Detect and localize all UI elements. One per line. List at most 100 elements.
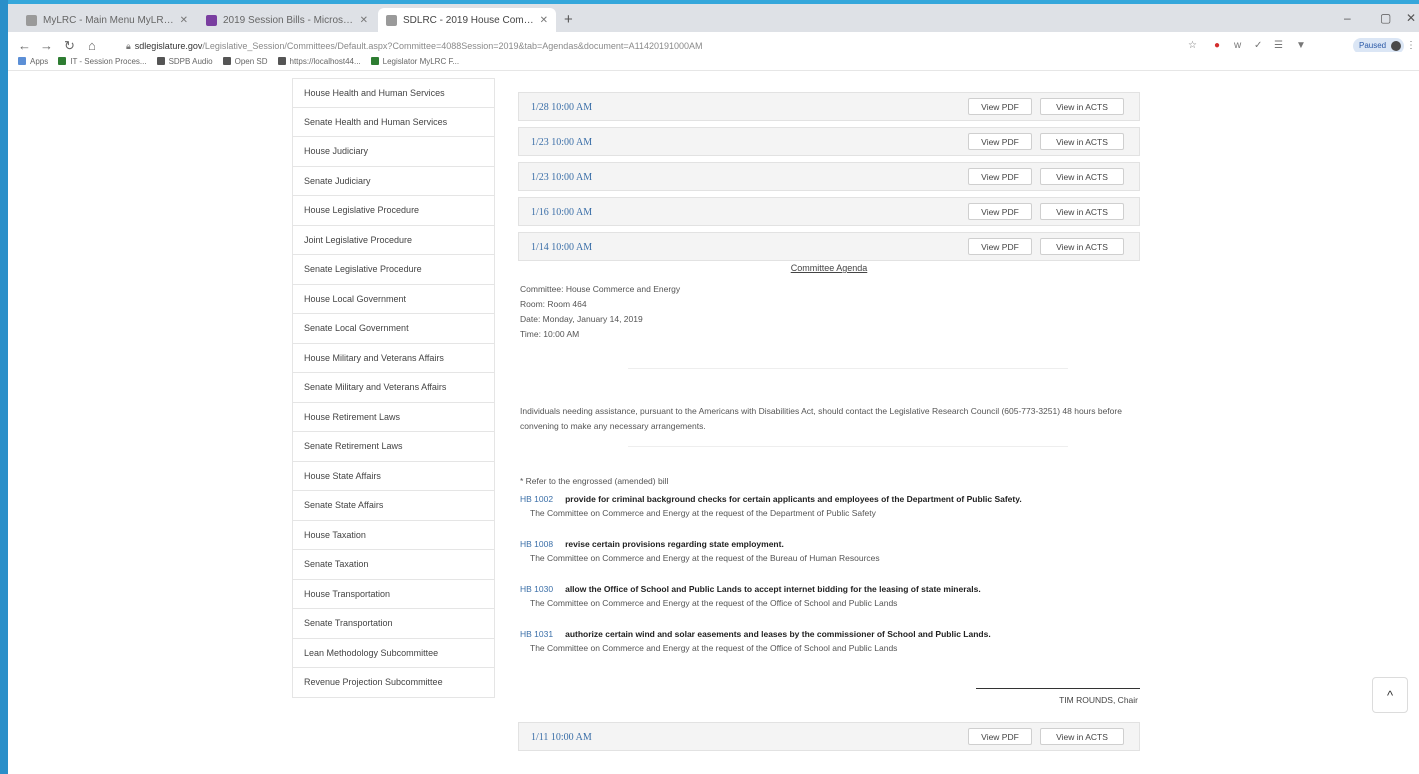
- agenda-date-link[interactable]: 1/28 10:00 AM: [531, 102, 592, 113]
- browser-tab-mylrc[interactable]: MyLRC - Main Menu MyLRC - H ✕: [18, 8, 196, 32]
- agenda-date-link[interactable]: 1/23 10:00 AM: [531, 172, 592, 183]
- divider: [628, 446, 1068, 447]
- extension-icon[interactable]: w: [1234, 40, 1241, 51]
- committee-item[interactable]: House Legislative Procedure: [292, 196, 495, 226]
- bill-description: allow the Office of School and Public La…: [565, 584, 981, 594]
- committee-item[interactable]: House Retirement Laws: [292, 402, 495, 432]
- committee-item[interactable]: Revenue Projection Subcommittee: [292, 668, 495, 698]
- agenda-date-link[interactable]: 1/16 10:00 AM: [531, 207, 592, 218]
- committee-item[interactable]: Senate Health and Human Services: [292, 107, 495, 137]
- bookmark-label: Open SD: [234, 56, 268, 66]
- committee-item[interactable]: House Local Government: [292, 284, 495, 314]
- view-in-acts-button[interactable]: View in ACTS: [1040, 98, 1124, 115]
- menu-icon[interactable]: ⋮: [1406, 40, 1416, 51]
- bookmark-star-icon[interactable]: ☆: [1188, 40, 1197, 51]
- bookmark-label: SDPB Audio: [168, 56, 213, 66]
- close-tab-icon[interactable]: ✕: [180, 15, 188, 26]
- committee-item[interactable]: Joint Legislative Procedure: [292, 225, 495, 255]
- bill-sponsor: The Committee on Commerce and Energy at …: [530, 643, 898, 653]
- committee-item[interactable]: Senate Military and Veterans Affairs: [292, 373, 495, 403]
- agenda-date-link[interactable]: 1/23 10:00 AM: [531, 137, 592, 148]
- bookmark-it-session[interactable]: IT - Session Proces...: [58, 57, 147, 66]
- bill-description: provide for criminal background checks f…: [565, 494, 1022, 504]
- view-pdf-button[interactable]: View PDF: [968, 168, 1032, 185]
- bill-link[interactable]: HB 1031: [520, 629, 553, 639]
- bill-link[interactable]: HB 1008: [520, 539, 553, 549]
- view-pdf-button[interactable]: View PDF: [968, 98, 1032, 115]
- chevron-up-icon: ^: [1386, 687, 1394, 703]
- maximize-button[interactable]: ▢: [1380, 11, 1391, 25]
- committee-item[interactable]: Senate Local Government: [292, 314, 495, 344]
- committee-item[interactable]: House State Affairs: [292, 461, 495, 491]
- view-pdf-button[interactable]: View PDF: [968, 133, 1032, 150]
- back-icon[interactable]: ←: [18, 38, 31, 53]
- tab-label: MyLRC - Main Menu MyLRC - H: [43, 14, 174, 26]
- bookmark-sdpb-audio[interactable]: SDPB Audio: [156, 56, 213, 66]
- committee-item[interactable]: Senate Judiciary: [292, 166, 495, 196]
- view-in-acts-button[interactable]: View in ACTS: [1040, 168, 1124, 185]
- committee-item[interactable]: Senate Retirement Laws: [292, 432, 495, 462]
- bookmark-localhost[interactable]: https://localhost44...: [277, 56, 361, 66]
- agenda-row-expanded[interactable]: 1/14 10:00 AM View PDF View in ACTS: [518, 232, 1140, 261]
- divider: [628, 368, 1068, 369]
- close-tab-icon[interactable]: ✕: [540, 15, 548, 26]
- browser-tab-session-bills[interactable]: 2019 Session Bills - Microsoft D ✕: [198, 8, 376, 32]
- bookmark-legislator-mylrc[interactable]: Legislator MyLRC F...: [370, 56, 460, 66]
- bill-link[interactable]: HB 1030: [520, 584, 553, 594]
- committee-item[interactable]: Senate Transportation: [292, 609, 495, 639]
- folder-icon: [58, 57, 67, 65]
- url-path: /Legislative_Session/Committees/Default.…: [202, 41, 703, 51]
- minimize-button[interactable]: –: [1344, 11, 1351, 25]
- view-pdf-button[interactable]: View PDF: [968, 238, 1032, 255]
- folder-icon: [370, 57, 379, 65]
- new-tab-button[interactable]: +: [564, 11, 573, 28]
- view-in-acts-button[interactable]: View in ACTS: [1040, 238, 1124, 255]
- bill-description: authorize certain wind and solar easemen…: [565, 629, 991, 639]
- committee-item[interactable]: Senate Legislative Procedure: [292, 255, 495, 285]
- view-in-acts-button[interactable]: View in ACTS: [1040, 203, 1124, 220]
- home-icon[interactable]: ⌂: [88, 38, 96, 53]
- close-tab-icon[interactable]: ✕: [360, 15, 368, 26]
- bookmark-label: Legislator MyLRC F...: [382, 56, 460, 66]
- tab-label: 2019 Session Bills - Microsoft D: [223, 14, 354, 26]
- filter-icon[interactable]: ▼: [1296, 40, 1306, 51]
- view-in-acts-button[interactable]: View in ACTS: [1040, 728, 1124, 745]
- forward-icon[interactable]: →: [40, 38, 53, 53]
- agenda-date-link[interactable]: 1/14 10:00 AM: [531, 242, 592, 253]
- desktop-edge: [0, 0, 8, 774]
- view-pdf-button[interactable]: View PDF: [968, 203, 1032, 220]
- accessibility-notice: Individuals needing assistance, pursuant…: [520, 406, 1122, 431]
- committee-item[interactable]: Lean Methodology Subcommittee: [292, 638, 495, 668]
- bookmark-label: https://localhost44...: [289, 56, 361, 66]
- browser-tab-sdlrc[interactable]: SDLRC - 2019 House Commerc ✕: [378, 8, 556, 32]
- bookmark-apps[interactable]: Apps: [18, 57, 48, 66]
- bill-item: HB 1030 allow the Office of School and Pu…: [520, 584, 1140, 608]
- bookmark-open-sd[interactable]: Open SD: [222, 56, 268, 66]
- extension-icon[interactable]: ✓: [1254, 40, 1262, 51]
- extension-icon[interactable]: ☰: [1274, 40, 1283, 51]
- agenda-row[interactable]: 1/23 10:00 AM View PDF View in ACTS: [518, 162, 1140, 191]
- adblock-icon[interactable]: ●: [1214, 40, 1220, 51]
- agenda-row[interactable]: 1/16 10:00 AM View PDF View in ACTS: [518, 197, 1140, 226]
- onenote-icon: [206, 14, 217, 26]
- agenda-row[interactable]: 1/11 10:00 AM View PDF View in ACTS: [518, 722, 1140, 751]
- committee-item[interactable]: House Military and Veterans Affairs: [292, 343, 495, 373]
- committee-item[interactable]: Senate Taxation: [292, 550, 495, 580]
- agenda-date-link[interactable]: 1/11 10:00 AM: [531, 732, 592, 743]
- committee-item[interactable]: Senate State Affairs: [292, 491, 495, 521]
- agenda-time: Time: 10:00 AM: [520, 329, 580, 339]
- tab-strip: MyLRC - Main Menu MyLRC - H ✕ 2019 Sessi…: [8, 4, 1419, 32]
- committee-item[interactable]: House Judiciary: [292, 137, 495, 167]
- agenda-row[interactable]: 1/23 10:00 AM View PDF View in ACTS: [518, 127, 1140, 156]
- scroll-to-top-button[interactable]: ^: [1372, 677, 1408, 713]
- agenda-row[interactable]: 1/28 10:00 AM View PDF View in ACTS: [518, 92, 1140, 121]
- committee-item[interactable]: House Transportation: [292, 579, 495, 609]
- view-in-acts-button[interactable]: View in ACTS: [1040, 133, 1124, 150]
- bill-link[interactable]: HB 1002: [520, 494, 553, 504]
- bill-item: HB 1002 provide for criminal background c…: [520, 494, 1140, 518]
- committee-item[interactable]: House Taxation: [292, 520, 495, 550]
- close-window-button[interactable]: ✕: [1406, 11, 1416, 25]
- tab-label: SDLRC - 2019 House Commerc: [403, 14, 534, 26]
- view-pdf-button[interactable]: View PDF: [968, 728, 1032, 745]
- committee-item[interactable]: House Health and Human Services: [292, 78, 495, 108]
